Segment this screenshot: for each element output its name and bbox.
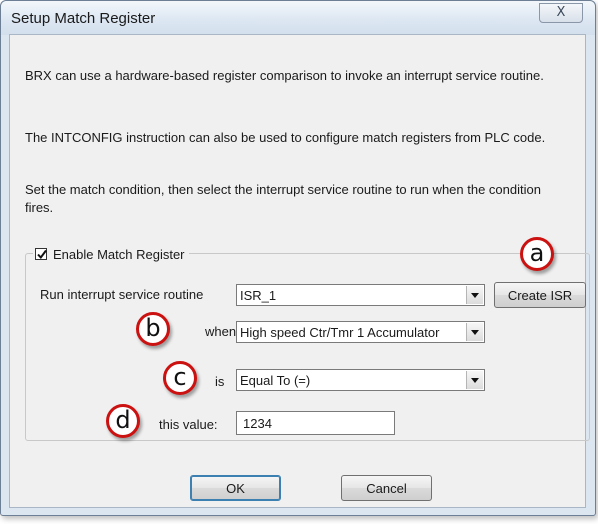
is-dropdown-button[interactable] (466, 371, 483, 389)
is-select[interactable]: Equal To (=) (236, 369, 485, 391)
this-value-label: this value: (159, 417, 218, 432)
isr-dropdown-button[interactable] (466, 286, 483, 304)
when-select[interactable]: High speed Ctr/Tmr 1 Accumulator (236, 321, 485, 343)
is-label: is (215, 374, 225, 389)
callout-c: c (163, 361, 197, 395)
when-label: when (205, 324, 237, 339)
close-icon: X (556, 5, 566, 20)
title-bar[interactable]: Setup Match Register X (1, 1, 595, 35)
isr-label: Run interrupt service routine (40, 287, 204, 302)
callout-b: b (136, 312, 170, 346)
description-paragraph-2: The INTCONFIG instruction can also be us… (25, 130, 546, 145)
cancel-button[interactable]: Cancel (341, 475, 432, 501)
checkmark-icon (37, 249, 47, 260)
ok-button[interactable]: OK (190, 475, 281, 501)
description-paragraph-3: Set the match condition, then select the… (25, 182, 541, 215)
enable-match-register-checkbox[interactable]: Enable Match Register (33, 245, 189, 263)
callout-d-letter: d (115, 405, 131, 434)
create-isr-button[interactable]: Create ISR (494, 282, 586, 308)
callout-a: a (520, 237, 554, 271)
checkbox-box[interactable] (35, 248, 47, 260)
description-paragraph-1: BRX can use a hardware-based register co… (25, 68, 544, 83)
isr-select[interactable]: ISR_1 (236, 284, 485, 306)
when-select-value: High speed Ctr/Tmr 1 Accumulator (240, 325, 440, 340)
when-dropdown-button[interactable] (466, 323, 483, 341)
callout-d: d (106, 404, 140, 438)
callout-b-letter: b (145, 313, 161, 342)
chevron-down-icon (471, 329, 479, 335)
match-value-input[interactable]: 1234 (236, 411, 395, 435)
isr-select-value: ISR_1 (240, 288, 277, 303)
close-button[interactable]: X (539, 3, 583, 23)
enable-match-register-label: Enable Match Register (53, 246, 185, 262)
chevron-down-icon (471, 292, 479, 298)
callout-a-letter: a (529, 238, 545, 267)
chevron-down-icon (471, 377, 479, 383)
is-select-value: Equal To (=) (240, 373, 311, 388)
callout-c-letter: c (173, 362, 187, 391)
dialog-title: Setup Match Register (11, 10, 156, 27)
match-value-text: 1234 (243, 416, 272, 431)
